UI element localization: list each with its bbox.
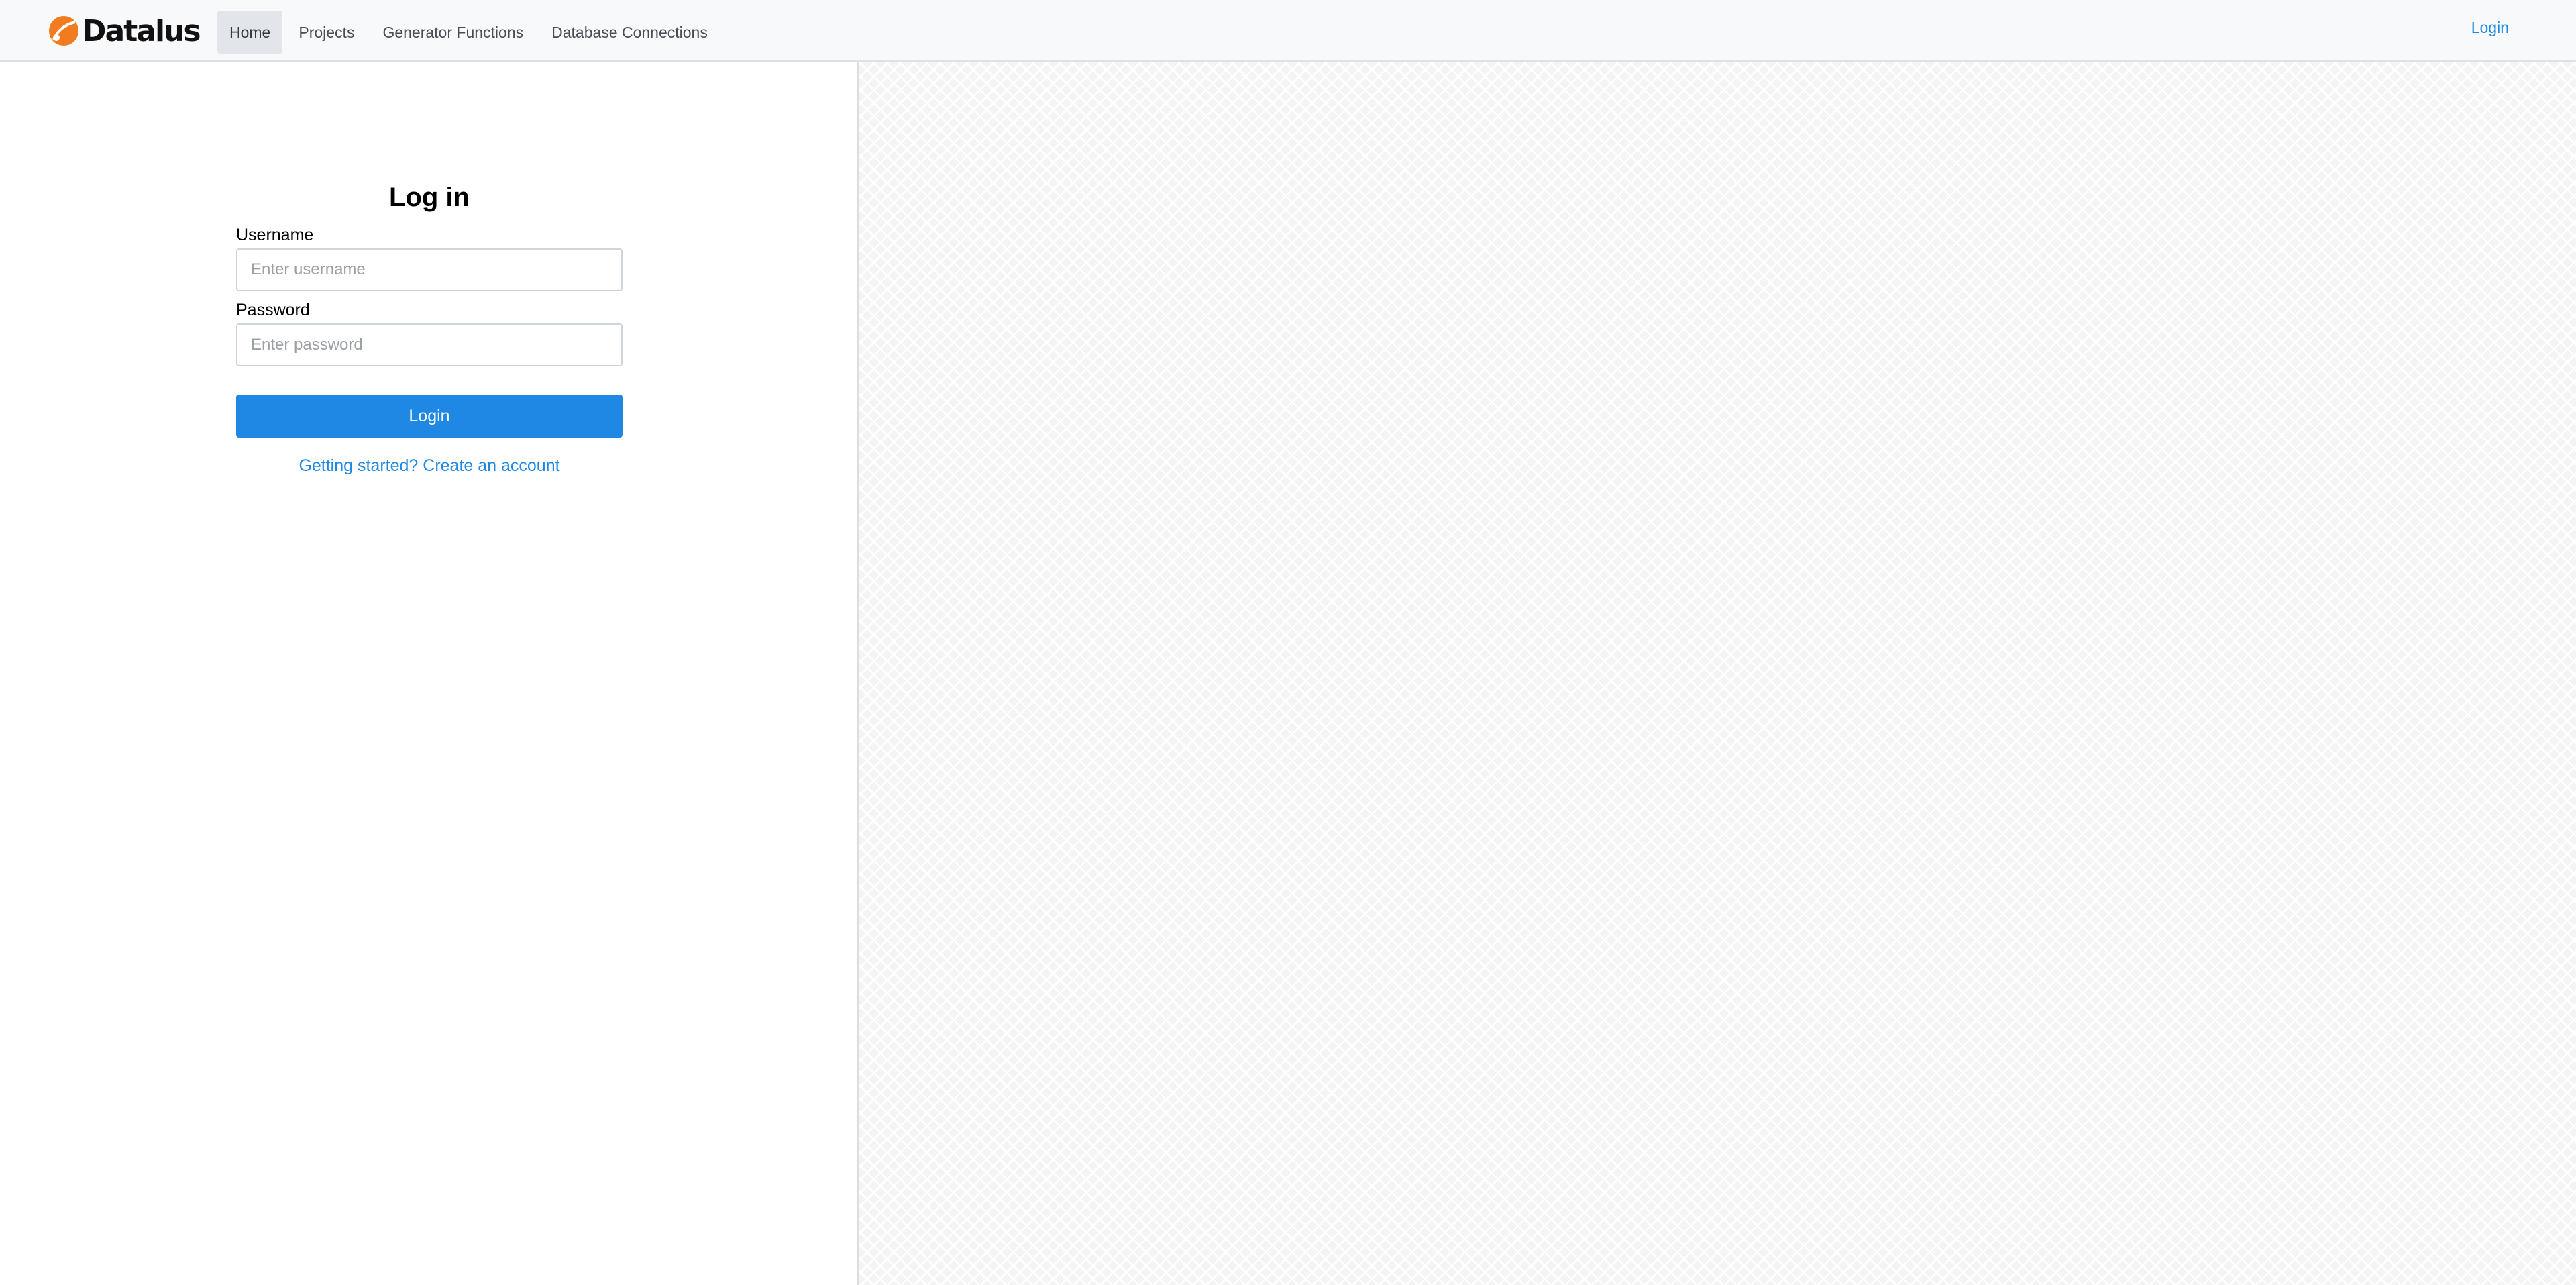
main-nav: Home Projects Generator Functions Databa… (217, 11, 724, 54)
brand-name: Datalus (82, 13, 201, 48)
create-account-link[interactable]: Getting started? Create an account (236, 456, 623, 476)
datalus-logo-icon (49, 16, 78, 46)
nav-login-link[interactable]: Login (2471, 19, 2509, 37)
nav-item-generator-functions[interactable]: Generator Functions (370, 11, 535, 54)
username-label: Username (236, 225, 314, 244)
nav-item-database-connections[interactable]: Database Connections (539, 11, 720, 54)
username-input[interactable] (236, 248, 623, 291)
login-pane: Log in Username Password Login Getting s… (0, 62, 857, 1285)
login-button[interactable]: Login (236, 395, 623, 438)
nav-item-home[interactable]: Home (217, 11, 283, 54)
page-title: Log in (389, 183, 470, 212)
password-label: Password (236, 301, 310, 319)
top-navbar: Datalus Home Projects Generator Function… (0, 0, 2576, 62)
nav-item-projects[interactable]: Projects (286, 11, 366, 54)
decorative-pattern-panel (857, 62, 2576, 1285)
password-input[interactable] (236, 323, 623, 366)
brand-home-link[interactable]: Datalus (48, 13, 201, 48)
